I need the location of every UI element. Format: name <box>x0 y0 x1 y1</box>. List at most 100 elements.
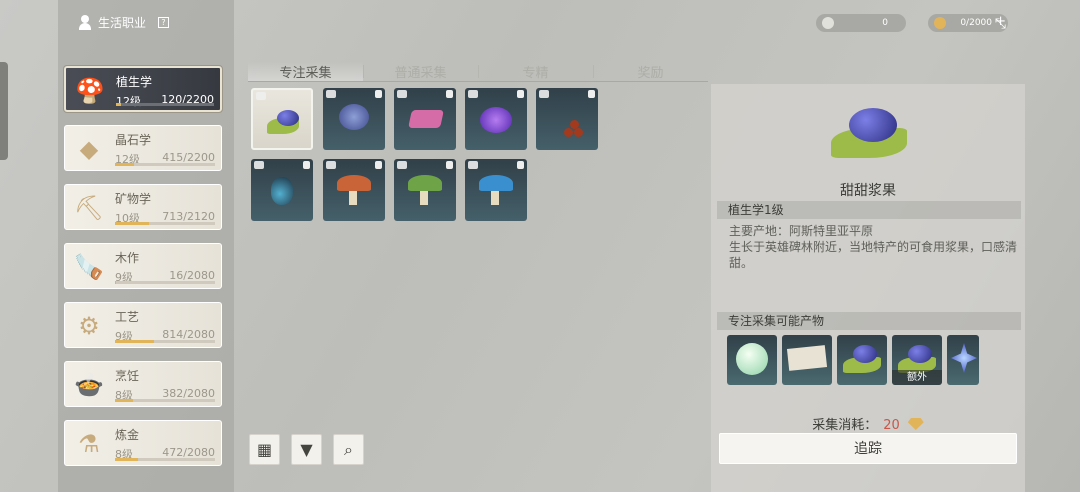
item-red-berry-branch[interactable] <box>536 88 598 150</box>
blue-crystal-icon <box>951 343 977 373</box>
ore-value: 0 <box>882 18 888 28</box>
crystal-icon: ◆ <box>79 135 99 163</box>
sweet-berry-icon <box>829 102 909 166</box>
detail-panel: 甜甜浆果 植生学1级 主要产地：阿斯特里亚平原 生长于英雄碑林附近，当地特产的可… <box>711 84 1025 492</box>
product-slot[interactable] <box>782 335 832 385</box>
product-slot[interactable]: 额外 <box>892 335 942 385</box>
craft-icon: ⚙ <box>78 312 100 340</box>
gather-tabs: 专注采集 普通采集 专精 奖励 <box>248 62 708 82</box>
skill-progress-bar <box>115 281 215 284</box>
fullscreen-icon[interactable]: ⤡ <box>995 16 1006 32</box>
lock-icon <box>588 90 595 98</box>
skill-progress-bar <box>115 222 215 225</box>
diamond-value: 0/2000 <box>960 18 992 28</box>
pickaxe-icon: ⛏ <box>73 194 105 222</box>
red-berry-branch-icon <box>548 102 586 137</box>
product-slot[interactable] <box>727 335 777 385</box>
skill-craft[interactable]: ⚙ 工艺 9级 814/2080 <box>64 302 222 348</box>
skill-progress-fill <box>115 340 154 343</box>
paper-scroll-icon <box>786 345 828 371</box>
badge-icon <box>539 90 549 98</box>
lock-icon <box>446 90 453 98</box>
product-slot[interactable] <box>837 335 887 385</box>
skill-progress-fill <box>115 399 133 402</box>
skill-cooking[interactable]: 🍲 烹饪 8级 382/2080 <box>64 361 222 407</box>
item-blue-flower[interactable] <box>323 88 385 150</box>
cost-value: 20 <box>883 418 900 433</box>
skill-name: 植生学 <box>116 75 153 89</box>
badge-icon <box>326 161 336 169</box>
skill-alchemy[interactable]: ⚗ 炼金 8级 472/2080 <box>64 420 222 466</box>
skill-progress-bar <box>115 399 215 402</box>
item-purple-flower[interactable] <box>465 88 527 150</box>
saw-icon: 🪚 <box>74 253 104 281</box>
lock-icon <box>375 161 382 169</box>
item-desc-text: 生长于英雄碑林附近，当地特产的可食用浆果，口感清甜。 <box>729 240 1018 270</box>
skill-progress-fill <box>115 222 149 225</box>
skill-progress-bar <box>115 458 215 461</box>
skill-name: 木作 <box>115 251 140 265</box>
badge-icon <box>256 92 266 100</box>
skill-botany[interactable]: 🍄 植生学 12级 120/2200 <box>63 65 223 113</box>
sweet-berry-icon <box>265 104 303 138</box>
skill-woodwork[interactable]: 🪚 木作 9级 16/2080 <box>64 243 222 289</box>
skill-name: 工艺 <box>115 310 140 324</box>
person-icon <box>78 14 92 31</box>
skill-mining[interactable]: ⛏ 矿物学 10级 713/2120 <box>64 184 222 230</box>
search-icon[interactable]: ⌕ <box>333 434 364 465</box>
badge-icon <box>254 161 264 169</box>
requirement-header: 植生学1级 <box>717 201 1021 219</box>
skill-progress-fill <box>115 281 116 284</box>
page-title: 生活职业 ? <box>78 14 170 31</box>
skill-name: 炼金 <box>115 428 140 442</box>
skill-level: 12级 <box>116 95 141 108</box>
green-mushroom-icon <box>406 173 444 207</box>
extra-label: 额外 <box>892 370 942 385</box>
page-title-text: 生活职业 <box>98 16 147 30</box>
item-sweet-berry[interactable] <box>251 88 313 150</box>
green-orb-icon <box>736 343 768 375</box>
tab-mastery[interactable]: 专精 <box>478 62 593 81</box>
skill-name: 矿物学 <box>115 192 152 206</box>
tab-normal-gather[interactable]: 普通采集 <box>363 62 478 81</box>
item-pink-flower[interactable] <box>394 88 456 150</box>
lock-icon <box>517 161 524 169</box>
skill-progress-bar <box>115 163 215 166</box>
diamond-icon <box>907 418 924 430</box>
tab-rewards[interactable]: 奖励 <box>593 62 708 81</box>
help-icon[interactable]: ? <box>158 17 170 28</box>
tab-focus-gather[interactable]: 专注采集 <box>248 62 363 81</box>
blue-mushroom-icon <box>477 173 515 207</box>
lock-icon <box>375 90 382 98</box>
product-slot[interactable] <box>947 335 979 385</box>
item-green-mushroom[interactable] <box>394 159 456 221</box>
skill-progress-fill <box>116 103 122 106</box>
track-button[interactable]: 追踪 <box>719 433 1017 464</box>
blue-flower-icon <box>335 102 373 136</box>
ore-icon <box>822 17 834 29</box>
resource-bar: 0 0/2000 + <box>816 14 1008 32</box>
badge-icon <box>397 161 407 169</box>
item-origin: 主要产地：阿斯特里亚平原 <box>729 224 874 238</box>
filter-icon[interactable]: ▼ <box>291 434 322 465</box>
lock-icon <box>446 161 453 169</box>
grid-view-icon[interactable]: ▦ <box>249 434 280 465</box>
side-drawer-handle[interactable] <box>0 62 8 160</box>
orange-mushroom-icon <box>335 173 373 207</box>
skill-crystal[interactable]: ◆ 晶石学 12级 415/2200 <box>64 125 222 171</box>
flask-icon: ⚗ <box>78 430 100 458</box>
products-header: 专注采集可能产物 <box>717 312 1021 330</box>
beetle-icon <box>263 173 301 207</box>
skill-progress-bar <box>116 103 214 106</box>
item-orange-mushroom[interactable] <box>323 159 385 221</box>
item-name: 甜甜浆果 <box>840 183 896 199</box>
diamond-icon <box>934 17 946 29</box>
item-description: 主要产地：阿斯特里亚平原 生长于英雄碑林附近，当地特产的可食用浆果，口感清甜。 <box>729 223 1019 271</box>
gather-cost: 采集消耗： 20 <box>711 414 1025 433</box>
item-beetle[interactable] <box>251 159 313 221</box>
cost-label: 采集消耗： <box>812 418 878 433</box>
item-blue-mushroom[interactable] <box>465 159 527 221</box>
ore-counter: 0 <box>816 14 906 32</box>
skill-name: 晶石学 <box>115 133 152 147</box>
badge-icon <box>468 161 478 169</box>
